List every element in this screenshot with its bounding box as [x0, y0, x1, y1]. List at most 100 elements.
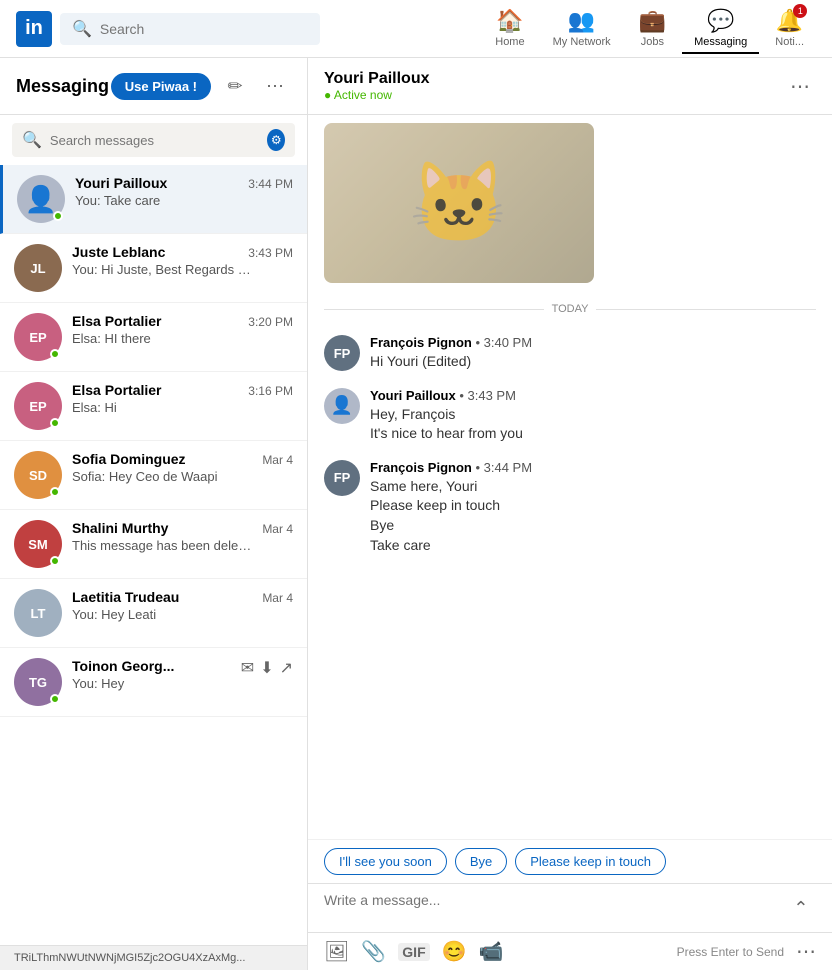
nav-item-messaging[interactable]: 💬 Messaging [682, 4, 759, 54]
gif-toolbar-icon[interactable]: GIF [398, 943, 429, 961]
conv-top-juste: Juste Leblanc 3:43 PM [72, 244, 293, 260]
online-indicator-youri [53, 211, 63, 221]
nav-search-bar[interactable]: 🔍 [60, 13, 320, 45]
message-input-expand-button[interactable]: ⌃ [786, 892, 816, 924]
conv-time-youri: 3:44 PM [248, 177, 293, 191]
nav-item-jobs[interactable]: 💼 Jobs [627, 4, 678, 54]
message-input[interactable] [324, 892, 786, 924]
chat-messages: 🐱 TODAY FP François Pignon • 3:40 PM Hi … [308, 115, 832, 839]
msg-text-m1: Hi Youri (Edited) [370, 352, 816, 372]
nav-item-messaging-label: Messaging [694, 36, 747, 48]
network-icon: 👥 [568, 8, 595, 34]
nav-item-network[interactable]: 👥 My Network [541, 4, 623, 54]
cat-gif: 🐱 [324, 123, 594, 283]
emoji-toolbar-icon[interactable]: 😊 [442, 939, 467, 964]
quick-replies: I'll see you soon Bye Please keep in tou… [308, 839, 832, 883]
msg-text-m3-line2: Please keep in touch [370, 496, 816, 516]
conversation-item-shalini[interactable]: SM Shalini Murthy Mar 4 This message has… [0, 510, 307, 579]
conv-name-shalini: Shalini Murthy [72, 520, 168, 536]
msg-avatar-francois: FP [324, 335, 360, 371]
msg-avatar-francois2: FP [324, 460, 360, 496]
chat-contact-name: Youri Pailloux [324, 70, 430, 88]
conv-top-toinon: Toinon Georg... [72, 658, 231, 674]
filter-icon[interactable]: ⚙ [267, 129, 285, 151]
chat-area: Youri Pailloux ● Active now ⋯ 🐱 TODAY [308, 58, 832, 970]
notification-badge: 1 [793, 4, 807, 18]
compose-button[interactable]: ✏ [219, 70, 251, 102]
sidebar-bottom-bar: TRiLThmNWUtNWNjMGI5Zjc2OGU4XzAxMg... [0, 945, 307, 970]
conv-name-elsa2: Elsa Portalier [72, 382, 162, 398]
nav-item-network-label: My Network [553, 36, 611, 48]
conv-content-laetitia: Laetitia Trudeau Mar 4 You: Hey Leati [72, 589, 293, 622]
nav-item-notifications-label: Noti... [775, 36, 804, 48]
sidebar-title: Messaging [16, 76, 109, 97]
quick-reply-btn-1[interactable]: I'll see you soon [324, 848, 447, 875]
conv-content-elsa2: Elsa Portalier 3:16 PM Elsa: Hi [72, 382, 293, 415]
message-row-m2: 👤 Youri Pailloux • 3:43 PM Hey, François… [324, 388, 816, 444]
msg-time-m3: 3:44 PM [484, 460, 532, 475]
online-indicator-toinon [50, 694, 60, 704]
conv-preview-toinon: You: Hey [72, 676, 231, 691]
chat-status: ● Active now [324, 88, 430, 102]
conversations-list: 👤 Youri Pailloux 3:44 PM You: Take care [0, 165, 307, 945]
search-messages-input[interactable] [50, 133, 260, 148]
conv-top-laetitia: Laetitia Trudeau Mar 4 [72, 589, 293, 605]
mail-icon[interactable]: ✉ [241, 658, 254, 678]
quick-reply-btn-3[interactable]: Please keep in touch [515, 848, 666, 875]
conv-preview-juste: You: Hi Juste, Best Regards François Pig… [72, 262, 252, 277]
msg-text-m3-line1: Same here, Youri [370, 477, 816, 497]
msg-time-m2: 3:43 PM [468, 388, 516, 403]
search-input[interactable] [100, 21, 308, 37]
avatar-laetitia: LT [14, 589, 62, 637]
conversation-item-sofia[interactable]: SD Sofia Dominguez Mar 4 Sofia: Hey Ceo … [0, 441, 307, 510]
image-toolbar-icon[interactable]: 🖼 [324, 939, 349, 964]
attach-toolbar-icon[interactable]: 📎 [361, 939, 386, 964]
nav-icons: 🏠 Home 👥 My Network 💼 Jobs 💬 Messaging 🔔… [483, 4, 816, 54]
conv-top-elsa2: Elsa Portalier 3:16 PM [72, 382, 293, 398]
nav-item-notifications[interactable]: 🔔 1 Noti... [763, 4, 816, 54]
online-indicator-sofia [50, 487, 60, 497]
nav-item-home[interactable]: 🏠 Home [483, 4, 536, 54]
conversation-item-juste[interactable]: JL Juste Leblanc 3:43 PM You: Hi Juste, … [0, 234, 307, 303]
search-icon: 🔍 [72, 19, 92, 39]
msg-text-m2-line1: Hey, François [370, 405, 816, 425]
messages-search-bar[interactable]: 🔍 ⚙ [12, 123, 295, 157]
conv-top-elsa1: Elsa Portalier 3:20 PM [72, 313, 293, 329]
more-toolbar-icon[interactable]: ⋯ [796, 939, 816, 964]
top-nav: in 🔍 🏠 Home 👥 My Network 💼 Jobs 💬 Messag… [0, 0, 832, 58]
conversation-item-elsa2[interactable]: EP Elsa Portalier 3:16 PM Elsa: Hi [0, 372, 307, 441]
conversation-item-laetitia[interactable]: LT Laetitia Trudeau Mar 4 You: Hey Leati [0, 579, 307, 648]
avatar-wrap-juste: JL [14, 244, 62, 292]
sidebar: Messaging Use Piwaa ! ✏ ⋯ 🔍 ⚙ 👤 [0, 58, 308, 970]
message-input-area: ⌃ [308, 883, 832, 932]
conv-content-youri: Youri Pailloux 3:44 PM You: Take care [75, 175, 293, 208]
more-options-button[interactable]: ⋯ [259, 70, 291, 102]
conv-content-toinon: Toinon Georg... You: Hey [72, 658, 231, 691]
cursor-icon: ↗ [280, 658, 293, 678]
msg-sender-m1: François Pignon [370, 335, 472, 350]
toinon-actions: ✉ ⬇ ↗ [241, 658, 293, 678]
chat-contact-info: Youri Pailloux ● Active now [324, 70, 430, 102]
notifications-icon: 🔔 1 [776, 8, 803, 34]
conversation-item-youri[interactable]: 👤 Youri Pailloux 3:44 PM You: Take care [0, 165, 307, 234]
online-indicator-elsa2 [50, 418, 60, 428]
conv-name-sofia: Sofia Dominguez [72, 451, 186, 467]
conv-name-toinon: Toinon Georg... [72, 658, 174, 674]
use-piwaa-button[interactable]: Use Piwaa ! [111, 73, 211, 100]
chat-more-options-button[interactable]: ⋯ [784, 70, 816, 102]
conversation-item-elsa1[interactable]: EP Elsa Portalier 3:20 PM Elsa: HI there [0, 303, 307, 372]
conv-time-shalini: Mar 4 [262, 522, 293, 536]
avatar-wrap-shalini: SM [14, 520, 62, 568]
quick-reply-btn-2[interactable]: Bye [455, 848, 507, 875]
messaging-icon: 💬 [707, 8, 734, 34]
conversation-item-toinon[interactable]: TG Toinon Georg... You: Hey ✉ ⬇ ↗ [0, 648, 307, 717]
conv-time-juste: 3:43 PM [248, 246, 293, 260]
conv-preview-elsa1: Elsa: HI there [72, 331, 252, 346]
download-icon[interactable]: ⬇ [260, 658, 273, 678]
conv-content-elsa1: Elsa Portalier 3:20 PM Elsa: HI there [72, 313, 293, 346]
online-indicator-shalini [50, 556, 60, 566]
conv-preview-shalini: This message has been deleted. [72, 538, 252, 553]
conv-preview-youri: You: Take care [75, 193, 255, 208]
avatar-wrap-elsa2: EP [14, 382, 62, 430]
video-toolbar-icon[interactable]: 📹 [479, 939, 504, 964]
